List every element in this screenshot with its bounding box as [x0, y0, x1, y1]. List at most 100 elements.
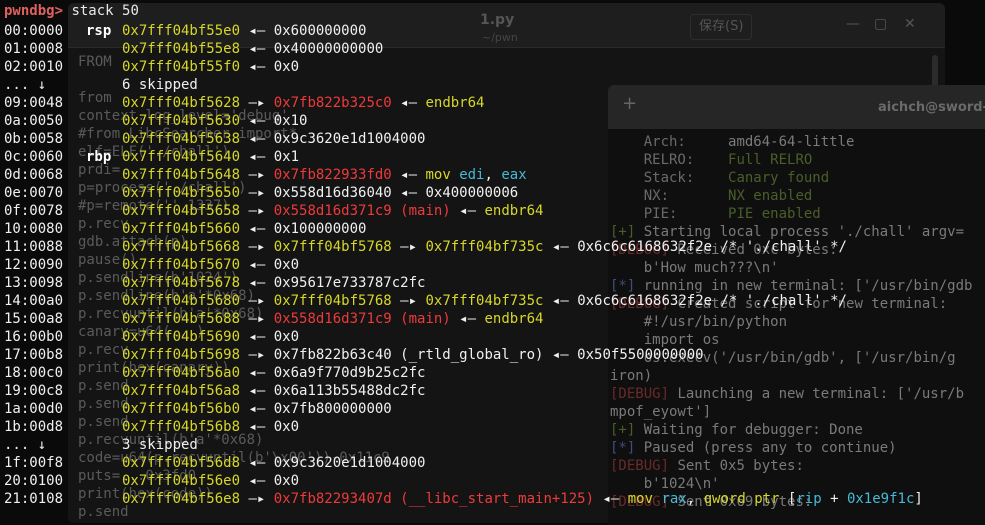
stack-value: 0x1 — [273, 149, 300, 165]
stack-value: —▸ — [240, 239, 274, 255]
stack-value: 0x50f5500000000 — [577, 347, 704, 363]
stack-value: 0x7fb800000000 — [273, 401, 392, 417]
stack-address: 0x7fff04bf5698 — [122, 347, 241, 363]
stack-value: ◂— — [391, 167, 426, 183]
stack-offset: 00:0000 — [4, 23, 64, 39]
stack-row: 0c:0060 rbp 0x7fff04bf5640 ◂— 0x1 — [4, 148, 985, 166]
stack-entry: 0x7fff04bf5660 ◂— 0x100000000 — [122, 220, 366, 238]
stack-value: —▸ — [240, 293, 274, 309]
stack-offset: ... ↓ — [4, 77, 47, 93]
stack-entry: 0x7fff04bf56a0 ◂— 0x6a9f770d9b25c2fc — [122, 364, 425, 382]
stack-value: ◂— — [240, 365, 274, 381]
stack-value: ◂— — [543, 347, 578, 363]
stack-value: —▸ — [391, 293, 426, 309]
stack-address: 0x7fff04bf5648 — [122, 167, 241, 183]
stack-address: 0x7fff04bf5678 — [122, 275, 241, 291]
stack-row: 0e:0070 0x7fff04bf5650 —▸ 0x558d16d36040 … — [4, 184, 985, 202]
stack-value: ◂— — [240, 401, 274, 417]
stack-value: , — [484, 167, 502, 183]
stack-entry: 0x7fff04bf56d8 ◂— 0x9c3620e1d1004000 — [122, 454, 425, 472]
stack-offset: 14:00a0 — [4, 293, 64, 309]
stack-address: 0x7fff04bf5680 — [122, 293, 241, 309]
stack-address: 0x7fff04bf55e0 — [122, 23, 241, 39]
stack-row: 16:00b0 0x7fff04bf5690 ◂— 0x0 — [4, 328, 985, 346]
stack-value: —▸ — [240, 185, 274, 201]
stack-row: 02:0010 0x7fff04bf55f0 ◂— 0x0 — [4, 58, 985, 76]
stack-value: 0x7fb822933fd0 — [273, 167, 392, 183]
stack-value: mov — [627, 491, 662, 507]
stack-value: , — [686, 491, 704, 507]
stack-offset: 11:0088 — [4, 239, 64, 255]
stack-value: 0x7fff04bf5768 — [273, 293, 392, 309]
stack-row: 20:0100 0x7fff04bf56e0 ◂— 0x0 — [4, 472, 985, 490]
stack-value: —▸ — [240, 167, 274, 183]
stack-value: mov — [425, 167, 460, 183]
stack-address: 0x7fff04bf5660 — [122, 221, 241, 237]
stack-address: 0x7fff04bf56a8 — [122, 383, 241, 399]
stack-value: endbr64 — [484, 203, 544, 219]
stack-value: 0x0 — [273, 419, 300, 435]
stack-value: 0x0 — [273, 329, 300, 345]
stack-entry: 0x7fff04bf5668 —▸ 0x7fff04bf5768 —▸ 0x7f… — [122, 238, 847, 256]
stack-entry: 0x7fff04bf5630 ◂— 0x10 — [122, 112, 307, 130]
stack-value: eax — [501, 167, 527, 183]
stack-value: 0x95617e733787c2fc — [273, 275, 426, 291]
stack-row: 18:00c0 0x7fff04bf56a0 ◂— 0x6a9f770d9b25c… — [4, 364, 985, 382]
register-label: rbp — [86, 149, 112, 165]
stack-value: ◂— — [594, 491, 628, 507]
stack-value: ◂— — [240, 149, 274, 165]
stack-address: 0x7fff04bf5630 — [122, 113, 241, 129]
stack-entry: 0x7fff04bf5670 ◂— 0x0 — [122, 256, 299, 274]
stack-value: ◂— — [391, 95, 426, 111]
stack-value: 0x40000000000 — [273, 41, 384, 57]
stack-offset: 0a:0050 — [4, 113, 64, 129]
stack-row: 10:0080 0x7fff04bf5660 ◂— 0x100000000 — [4, 220, 985, 238]
stack-value: qword ptr — [703, 491, 788, 507]
stack-offset: 1a:00d0 — [4, 401, 64, 417]
stack-entry: 6 skipped — [122, 76, 198, 94]
stack-offset: 20:0100 — [4, 473, 64, 489]
stack-value: ◂— — [240, 473, 274, 489]
stack-entry: 3 skipped — [122, 436, 198, 454]
stack-row: 0b:0058 0x7fff04bf5638 ◂— 0x9c3620e1d1004… — [4, 130, 985, 148]
stack-address: 0x7fff04bf56b8 — [122, 419, 241, 435]
stack-value: 0x0 — [273, 59, 300, 75]
stack-value: endbr64 — [484, 311, 544, 327]
stack-value: ◂— — [240, 221, 274, 237]
stack-value: 0x6c6c6168632f2e /* './chall' */ — [577, 239, 847, 255]
stack-value: ◂— — [240, 419, 274, 435]
stack-entry: 0x7fff04bf5640 ◂— 0x1 — [122, 148, 299, 166]
stack-value: 0x558d16d371c9 (main) — [273, 311, 451, 327]
stack-entry: 0x7fff04bf5690 ◂— 0x0 — [122, 328, 299, 346]
stack-value: + — [821, 491, 847, 507]
stack-value: endbr64 — [425, 95, 485, 111]
command-line[interactable]: pwndbg> stack 50 — [4, 2, 139, 20]
stack-address: 0x7fff04bf5650 — [122, 185, 241, 201]
stack-value: —▸ — [240, 491, 274, 507]
stack-entry: 0x7fff04bf5648 —▸ 0x7fb822933fd0 ◂— mov … — [122, 166, 527, 184]
stack-row: 09:0048 0x7fff04bf5628 —▸ 0x7fb822b325c0 … — [4, 94, 985, 112]
stack-address: 0x7fff04bf55e8 — [122, 41, 241, 57]
stack-offset: 19:00c8 — [4, 383, 64, 399]
stack-value: 0x100000000 — [273, 221, 367, 237]
stack-value: ◂— — [450, 311, 485, 327]
stack-value: 0x600000000 — [273, 23, 367, 39]
stack-value: ◂— — [240, 41, 274, 57]
stack-address: 0x7fff04bf56a0 — [122, 365, 241, 381]
stack-value: 0x7fff04bf735c — [425, 293, 544, 309]
stack-row: 0a:0050 0x7fff04bf5630 ◂— 0x10 — [4, 112, 985, 130]
stack-entry: 0x7fff04bf55f0 ◂— 0x0 — [122, 58, 299, 76]
stack-address: 0x7fff04bf5628 — [122, 95, 241, 111]
stack-value: ◂— — [240, 113, 274, 129]
stack-value: 0x558d16d36040 — [273, 185, 392, 201]
prompt: pwndbg> — [4, 3, 64, 19]
stack-row: ... ↓ 3 skipped — [4, 436, 985, 454]
stack-entry: 0x7fff04bf5628 —▸ 0x7fb822b325c0 ◂— endb… — [122, 94, 484, 112]
stack-value: 0x558d16d371c9 (main) — [273, 203, 451, 219]
stack-offset: 13:0098 — [4, 275, 64, 291]
stack-value: ◂— — [240, 23, 274, 39]
stack-value: 0x1e9f1c — [846, 491, 915, 507]
stack-offset: 01:0008 — [4, 41, 64, 57]
stack-address: 0x7fff04bf5638 — [122, 131, 241, 147]
stack-output: 00:0000 rsp 0x7fff04bf55e0 ◂— 0x600000000 0… — [4, 22, 985, 508]
